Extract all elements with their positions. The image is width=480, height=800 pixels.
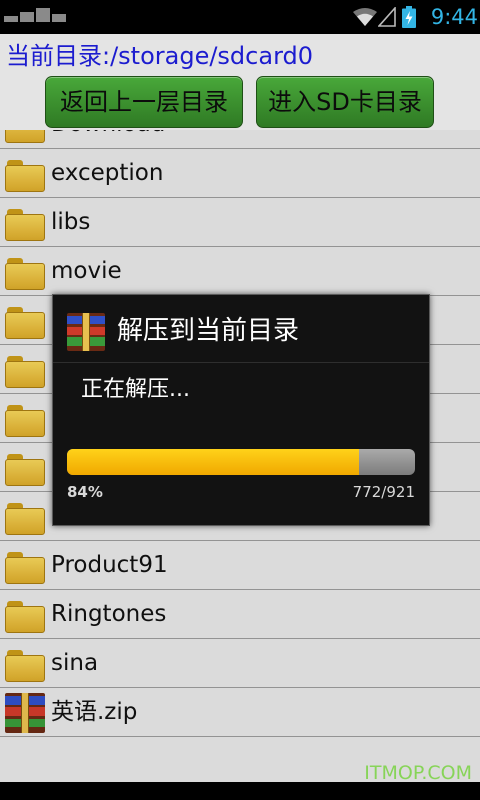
header: 当前目录:/storage/sdcard0 返回上一层目录 进入SD卡目录	[0, 34, 480, 130]
dialog-title: 解压到当前目录	[117, 316, 300, 346]
enter-sdcard-button[interactable]: 进入SD卡目录	[256, 76, 434, 128]
dialog-divider	[53, 362, 429, 363]
progress-count: 772/921	[352, 483, 415, 501]
current-directory-label: 当前目录:/storage/sdcard0	[6, 42, 314, 70]
go-up-directory-button[interactable]: 返回上一层目录	[45, 76, 243, 128]
progress-bar	[67, 449, 415, 475]
status-bar: 9:44	[0, 0, 480, 34]
dialog-message: 正在解压...	[81, 377, 190, 402]
battery-charging-icon	[402, 6, 416, 28]
archive-icon	[67, 313, 105, 351]
progress-bar-fill	[67, 449, 360, 475]
navigation-bar	[0, 782, 480, 800]
wifi-icon	[353, 8, 377, 26]
notification-icon	[4, 6, 66, 22]
signal-icon	[378, 7, 396, 27]
status-clock: 9:44	[430, 5, 478, 29]
extract-progress-dialog: 解压到当前目录 正在解压... 84% 772/921	[52, 294, 430, 526]
watermark: ITMOP.COM	[364, 762, 472, 784]
progress-percent: 84%	[67, 483, 103, 501]
